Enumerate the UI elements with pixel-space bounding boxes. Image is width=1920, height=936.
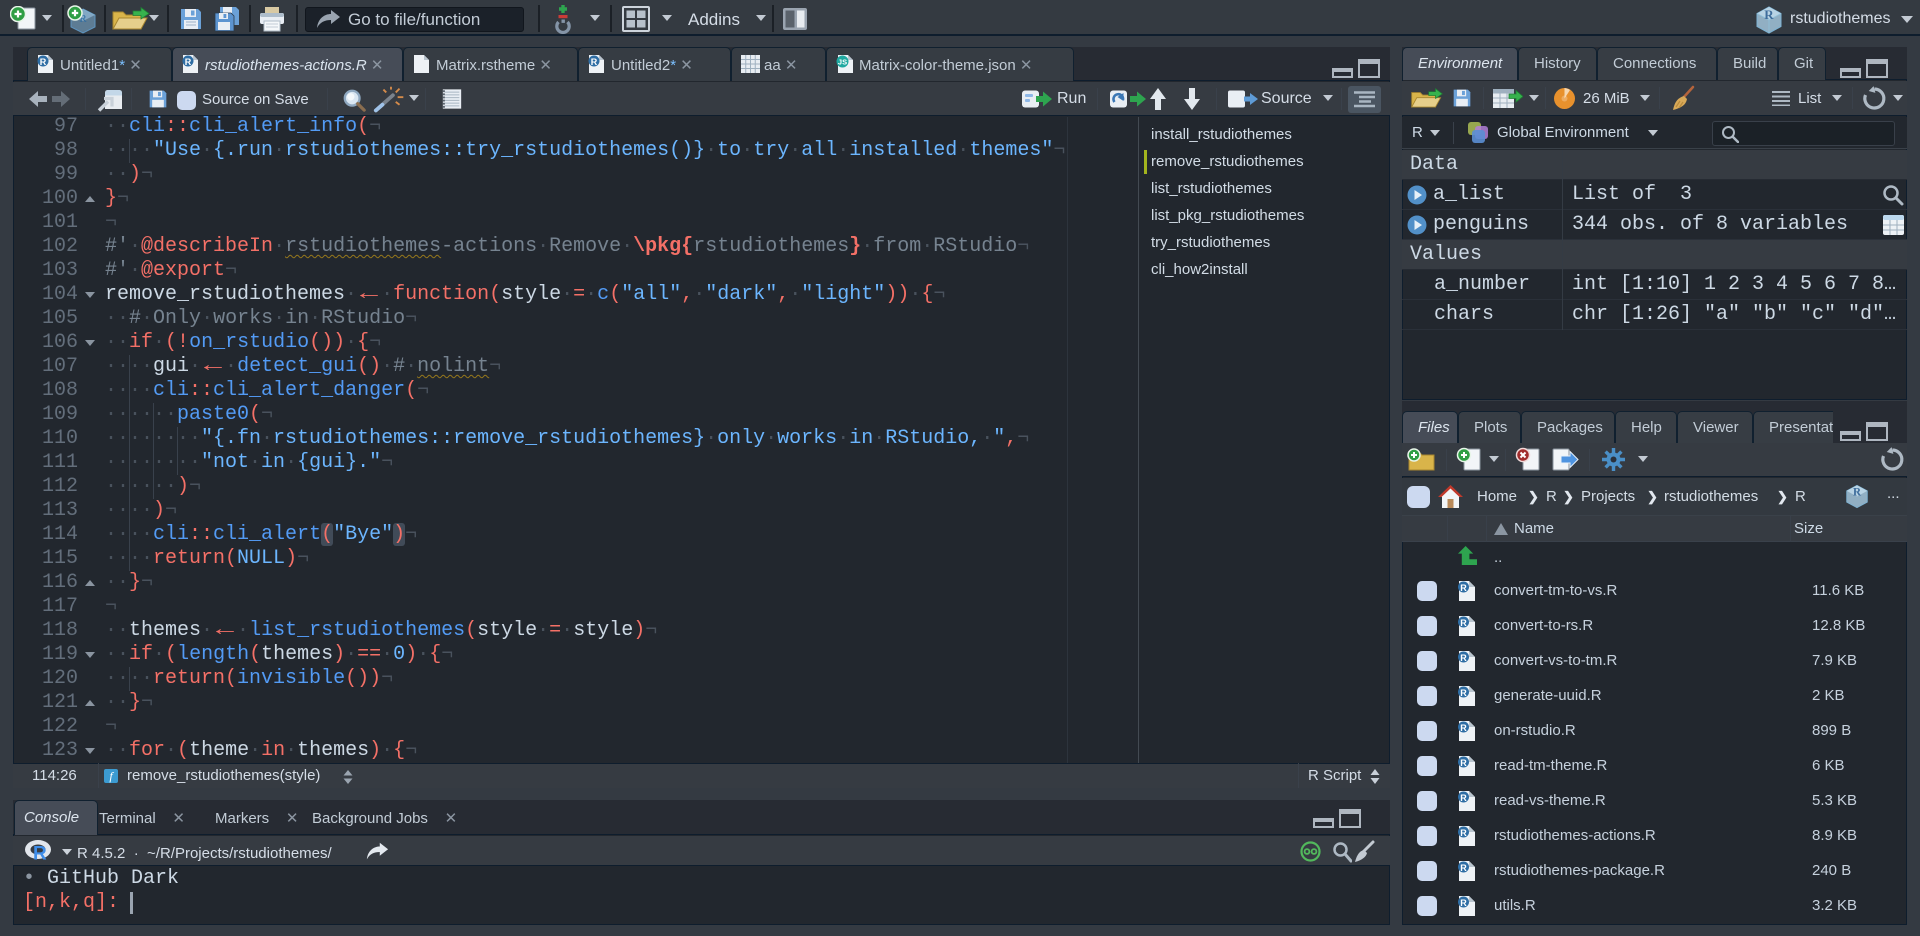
svg-text:JS: JS	[838, 58, 847, 67]
svg-text:R: R	[1853, 487, 1862, 499]
svg-text:R: R	[1460, 653, 1467, 663]
svg-text:R: R	[1460, 758, 1467, 768]
svg-text:R: R	[185, 57, 192, 67]
svg-text:R: R	[33, 844, 47, 865]
svg-text:R: R	[1460, 583, 1467, 593]
svg-text:R: R	[1460, 898, 1467, 908]
svg-text:R: R	[1460, 688, 1467, 698]
svg-text:R: R	[1764, 7, 1774, 22]
svg-text:R: R	[1460, 723, 1467, 733]
svg-text:R: R	[1460, 863, 1467, 873]
svg-text:R: R	[1460, 793, 1467, 803]
svg-text:R: R	[591, 57, 598, 67]
svg-text:R: R	[1460, 828, 1467, 838]
svg-text:R: R	[40, 57, 47, 67]
svg-text:R: R	[1460, 618, 1467, 628]
